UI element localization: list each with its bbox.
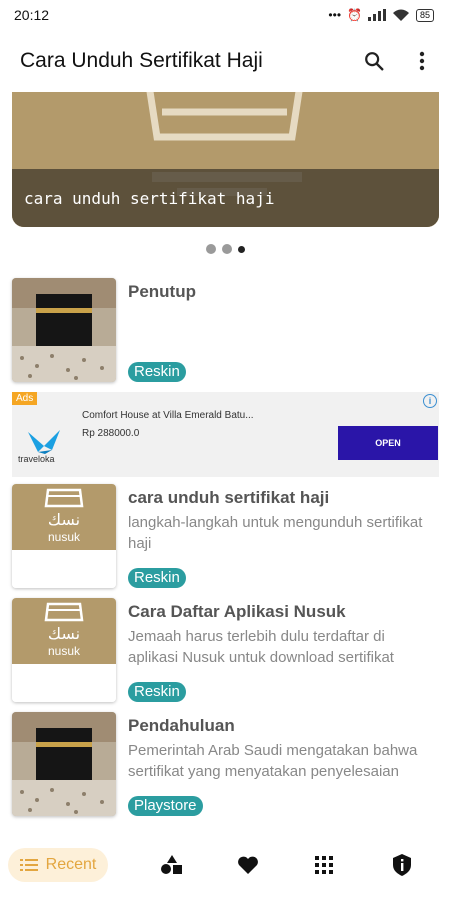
nav-recent-tab[interactable]: Recent — [8, 848, 108, 882]
carousel-indicator — [0, 244, 450, 254]
ad-title: Comfort House at Villa Emerald Batu... — [82, 410, 254, 421]
kaaba-thumbnail — [12, 712, 116, 816]
kaaba-thumbnail — [12, 278, 116, 382]
heart-icon — [238, 856, 258, 874]
nusuk-arabic-text: نسك — [47, 512, 81, 529]
ad-open-button[interactable]: OPEN — [338, 426, 438, 460]
list-item[interactable]: Pendahuluan Pemerintah Arab Saudi mengat… — [12, 712, 438, 816]
nusuk-thumbnail: نسك nusuk — [12, 598, 116, 702]
ad-badge: Ads — [12, 392, 38, 405]
more-vert-icon — [419, 51, 425, 71]
list-item[interactable]: نسك nusuk Cara Daftar Aplikasi Nusuk Jem… — [12, 598, 438, 702]
nav-categories-tab[interactable] — [160, 853, 184, 877]
search-button[interactable] — [360, 47, 388, 75]
item-tag[interactable]: Playstore — [128, 796, 203, 816]
shapes-icon — [161, 855, 182, 874]
nusuk-latin-text: nusuk — [47, 530, 81, 544]
nusuk-arabic-text: نسك — [47, 626, 81, 643]
signal-icon — [367, 9, 386, 21]
item-tag[interactable]: Reskin — [128, 568, 186, 588]
appbar-actions — [360, 47, 436, 75]
wifi-icon — [392, 9, 409, 21]
item-description: Jemaah harus terlebih dulu terdaftar di … — [128, 628, 394, 666]
nav-info-tab[interactable] — [390, 853, 414, 877]
item-body: Cara Daftar Aplikasi Nusuk Jemaah harus … — [128, 598, 438, 702]
carousel-dot-active[interactable] — [237, 245, 245, 253]
carousel-dot[interactable] — [221, 244, 232, 254]
carousel-dot[interactable] — [205, 244, 216, 254]
status-time: 20:12 — [14, 7, 50, 23]
banner-caption: cara unduh sertifikat haji — [12, 169, 439, 227]
ad-brand: traveloka — [18, 454, 55, 464]
nusuk-latin-text: nusuk — [47, 644, 81, 658]
item-body: cara unduh sertifikat haji langkah-langk… — [128, 484, 438, 588]
ad-info-icon[interactable]: i — [423, 394, 437, 408]
status-icons: ••• ⏰ 85 — [328, 8, 434, 22]
battery-icon: 85 — [415, 8, 434, 22]
grid-icon — [315, 856, 333, 874]
nav-apps-tab[interactable] — [312, 853, 336, 877]
item-title: Penutup — [128, 282, 196, 301]
more-dots-icon: ••• — [328, 8, 342, 22]
alarm-icon: ⏰ — [347, 8, 362, 22]
nav-favorites-tab[interactable] — [236, 853, 260, 877]
list-item[interactable]: Penutup Reskin — [12, 278, 438, 382]
list-icon — [19, 859, 38, 871]
item-body: Pendahuluan Pemerintah Arab Saudi mengat… — [128, 712, 438, 816]
bottom-navigation: Recent — [0, 830, 450, 900]
nusuk-thumbnail: نسك nusuk — [12, 484, 116, 588]
ad-price: Rp 288000.0 — [82, 428, 140, 439]
item-tag[interactable]: Reskin — [128, 682, 186, 702]
overflow-menu-button[interactable] — [408, 47, 436, 75]
featured-banner[interactable]: cara unduh sertifikat haji — [12, 92, 439, 227]
item-title: Pendahuluan — [128, 716, 235, 735]
item-title: cara unduh sertifikat haji — [128, 488, 330, 507]
item-description: langkah-langkah untuk mengunduh sertifik… — [128, 514, 423, 552]
search-icon — [365, 52, 384, 71]
item-body: Penutup Reskin — [128, 278, 438, 382]
nav-recent-label: Recent — [45, 856, 97, 873]
page-title: Cara Unduh Sertifikat Haji — [20, 49, 263, 72]
list-item[interactable]: نسك nusuk cara unduh sertifikat haji lan… — [12, 484, 438, 588]
shield-info-icon — [393, 854, 411, 876]
status-bar: 20:12 ••• ⏰ 85 — [0, 0, 450, 30]
app-bar: Cara Unduh Sertifikat Haji — [0, 30, 450, 92]
item-title: Cara Daftar Aplikasi Nusuk — [128, 602, 346, 621]
item-tag[interactable]: Reskin — [128, 362, 186, 382]
item-description: Pemerintah Arab Saudi mengatakan bahwa s… — [128, 742, 418, 780]
ad-banner[interactable]: Ads i traveloka Comfort House at Villa E… — [12, 392, 439, 477]
